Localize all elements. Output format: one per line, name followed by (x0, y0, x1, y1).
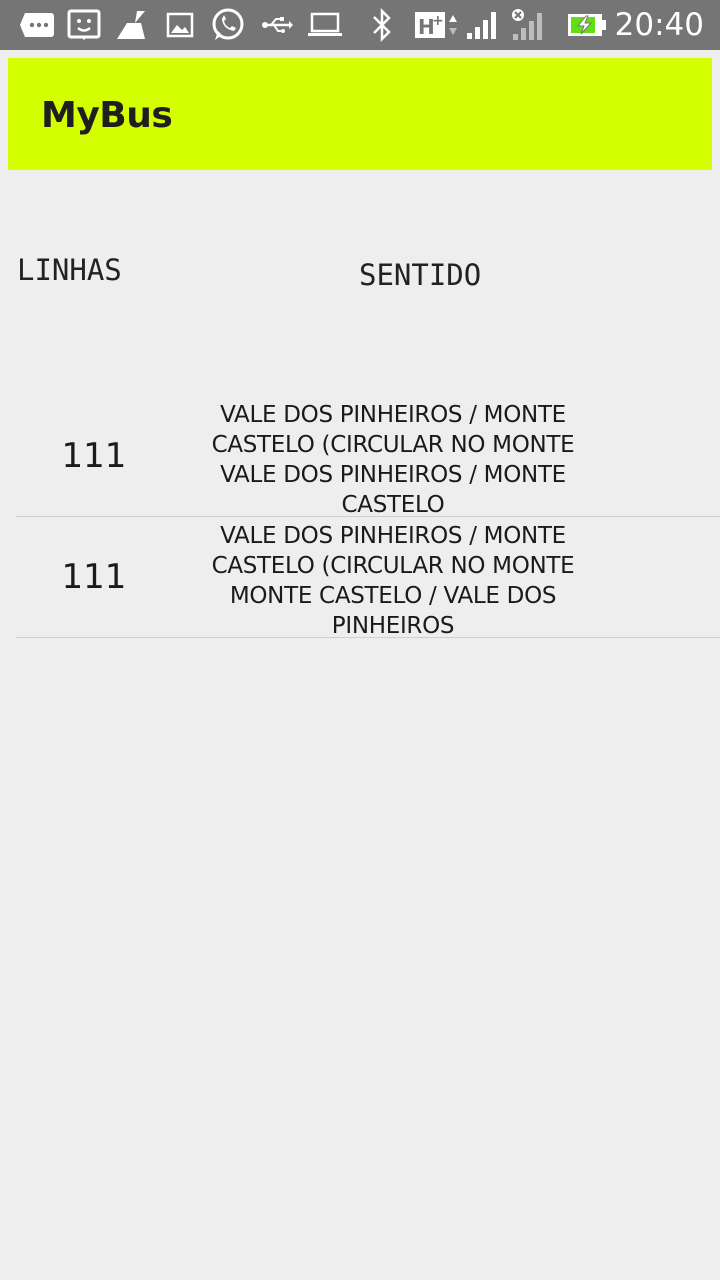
list-item[interactable]: 111 VALE DOS PINHEIROS / MONTE CASTELO (… (16, 396, 720, 520)
whatsapp-icon (208, 8, 248, 42)
direction-text: VALE DOS PINHEIROS / MONTE CASTELO (CIRC… (184, 400, 602, 520)
direction-line: CASTELO (341, 492, 445, 518)
clock: 20:40 (614, 7, 704, 43)
svg-text:+: + (432, 13, 444, 29)
app-title: MyBus (41, 95, 173, 136)
laptop-icon (306, 8, 344, 42)
direction-line: CASTELO (CIRCULAR NO MONTE (211, 432, 575, 458)
app-bar: MyBus (8, 58, 712, 170)
line-number: 111 (61, 436, 127, 476)
column-header-direction: SENTIDO (359, 258, 482, 292)
cleaner-icon (114, 8, 150, 42)
battery-charging-icon (566, 8, 608, 42)
signal-noservice-icon (508, 8, 548, 42)
status-bar: H + 20:40 (0, 0, 720, 50)
face-icon (66, 8, 102, 42)
messages-icon (18, 8, 56, 42)
direction-line: MONTE CASTELO / VALE DOS (229, 583, 557, 609)
direction-text: VALE DOS PINHEIROS / MONTE CASTELO (CIRC… (184, 521, 602, 641)
bluetooth-icon (368, 8, 396, 42)
column-header-lines: LINHAS (17, 253, 122, 287)
signal-icon (464, 8, 502, 42)
line-number: 111 (61, 557, 127, 597)
direction-line: PINHEIROS (331, 613, 455, 639)
direction-line: VALE DOS PINHEIROS / MONTE (220, 462, 566, 488)
network-hplus-icon: H + (414, 8, 462, 42)
direction-line: VALE DOS PINHEIROS / MONTE (220, 402, 566, 428)
list-item[interactable]: 111 VALE DOS PINHEIROS / MONTE CASTELO (… (16, 517, 720, 641)
direction-line: VALE DOS PINHEIROS / MONTE (220, 523, 566, 549)
direction-line: CASTELO (CIRCULAR NO MONTE (211, 553, 575, 579)
image-icon (164, 8, 196, 42)
usb-icon (260, 8, 294, 42)
